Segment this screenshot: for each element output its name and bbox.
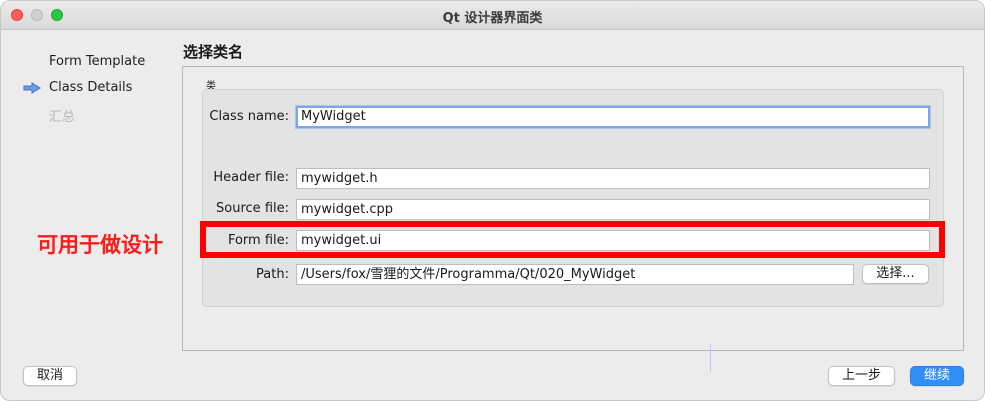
source-file-input[interactable]: mywidget.cpp xyxy=(296,199,930,220)
current-step-arrow-icon xyxy=(23,82,41,94)
header-file-label: Header file: xyxy=(213,170,289,185)
continue-button[interactable]: 继续 xyxy=(910,366,964,386)
wizard-step-summary: 汇总 xyxy=(49,110,76,125)
path-input[interactable]: /Users/fox/雪狸的文件/Programma/Qt/020_MyWidg… xyxy=(296,264,854,285)
page-title: 选择类名 xyxy=(183,43,244,61)
annotation-text: 可用于做设计 xyxy=(37,233,163,257)
cancel-button[interactable]: 取消 xyxy=(23,366,77,386)
class-name-input[interactable]: MyWidget xyxy=(296,106,930,128)
header-file-input[interactable]: mywidget.h xyxy=(296,168,930,189)
back-button[interactable]: 上一步 xyxy=(828,366,895,386)
title-bar: Qt 设计器界面类 xyxy=(1,1,984,30)
wizard-step-class-details: Class Details xyxy=(49,80,133,95)
text-cursor-line xyxy=(710,344,711,372)
source-file-label: Source file: xyxy=(216,201,289,216)
class-name-label: Class name: xyxy=(209,109,289,124)
window-title: Qt 设计器界面类 xyxy=(442,11,543,26)
wizard-step-form-template: Form Template xyxy=(49,54,146,69)
dialog-window: Qt 设计器界面类 Form Template Class Details 汇总… xyxy=(0,0,985,401)
annotation-highlight-box xyxy=(200,221,945,258)
path-label: Path: xyxy=(256,267,289,282)
browse-button[interactable]: 选择... xyxy=(862,264,929,284)
